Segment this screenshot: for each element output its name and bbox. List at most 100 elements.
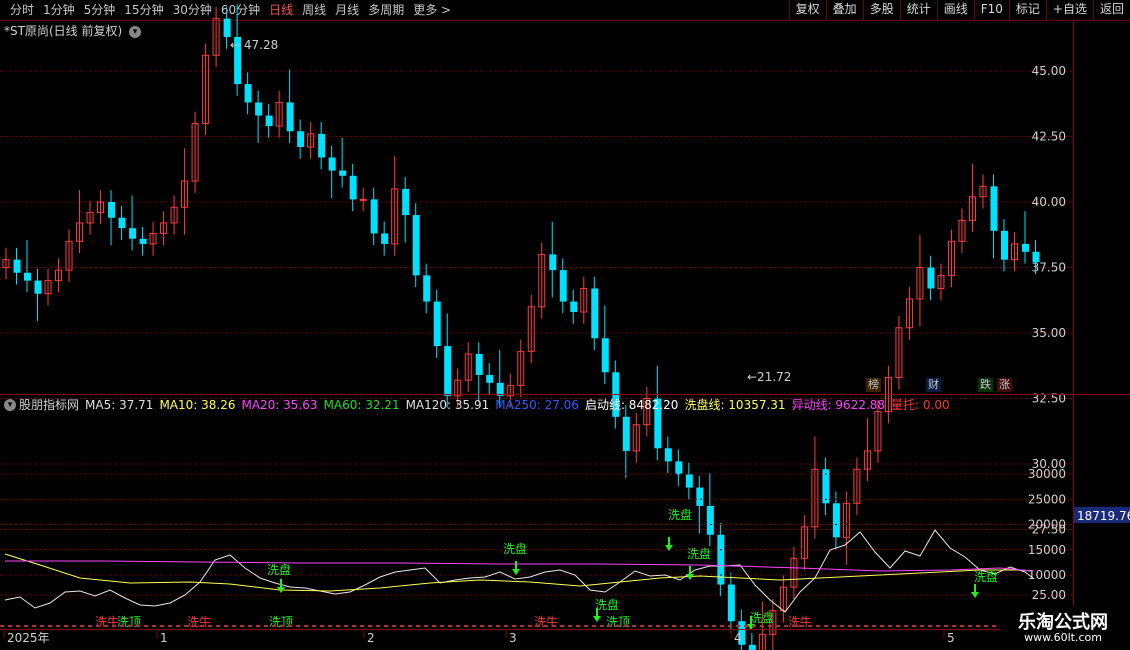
indicator-tick-label: 15000 <box>1028 543 1066 557</box>
candle-body-down <box>444 346 452 396</box>
bottom-annotation: 洗牛 <box>187 614 211 629</box>
indicator-tick-label: 10000 <box>1028 568 1066 582</box>
price-tick-label: 35.00 <box>1032 326 1066 340</box>
candle-body-down <box>706 505 714 535</box>
candle-body-down <box>549 254 557 271</box>
xipan-annotation: 洗盘 <box>668 507 692 522</box>
candle-body-down <box>34 280 42 294</box>
date-tick-label: 2025年 <box>7 631 50 645</box>
candle-body-down <box>118 217 126 229</box>
high-price-label: ⇠ 47.28 <box>230 38 278 52</box>
ind-liangtuo: 量托: 0.00 <box>891 398 950 412</box>
ind-yidong: 异动线: 9622.88 <box>791 398 886 412</box>
candle-body-down <box>1032 251 1040 263</box>
candle-body-down <box>601 338 609 373</box>
candle-body-down <box>1000 230 1008 260</box>
candle-body-down <box>24 272 32 281</box>
low-price-label: ←21.72 <box>747 370 791 384</box>
candle-body-down <box>475 353 483 375</box>
xipan-annotation: 洗盘 <box>267 562 291 577</box>
candle-body-down <box>696 487 704 506</box>
ind-ma60: MA60: 32.21 <box>323 397 400 412</box>
candle-body-down <box>1021 243 1029 252</box>
candle-body-down <box>990 186 998 231</box>
indicator-header: ▾ 股朋指标网 MA5: 37.71 MA10: 38.26 MA20: 35.… <box>4 396 956 413</box>
candle-body-down <box>727 584 735 622</box>
candle-body-down <box>318 133 326 158</box>
ind-ma5: MA5: 37.71 <box>85 397 154 412</box>
candle-body-down <box>927 267 935 289</box>
price-tick-label: 42.50 <box>1032 130 1066 144</box>
candle-body-down <box>265 115 273 127</box>
candle-body-down <box>297 131 305 147</box>
indicator-name[interactable]: 股朋指标网 <box>19 396 79 413</box>
candle-body-down <box>570 301 578 313</box>
tag-bang[interactable]: 榜 <box>866 378 881 392</box>
ind-ma10: MA10: 38.26 <box>159 397 236 412</box>
candle-body-down <box>13 259 21 273</box>
watermark-url: www.60lt.com <box>1024 631 1102 644</box>
ind-xipan: 洗盘线: 10357.31 <box>684 398 786 412</box>
candle-body-down <box>255 102 263 116</box>
xipan-annotation: 洗盘 <box>750 610 774 625</box>
xipan-annotation: 洗盘 <box>687 546 711 561</box>
ind-ma20: MA20: 35.63 <box>241 397 318 412</box>
indicator-tick-label: 30000 <box>1028 467 1066 481</box>
xipan-annotation: 洗盘 <box>503 541 527 556</box>
candle-body-down <box>433 301 441 347</box>
date-tick-label: 4 <box>734 631 742 645</box>
candle-body-down <box>223 18 231 37</box>
xipan-arrowhead <box>593 616 601 622</box>
candle-body-down <box>559 270 567 302</box>
xipan-arrowhead <box>971 592 979 598</box>
candle-body-down <box>412 215 420 276</box>
axis-divider <box>1073 20 1074 630</box>
candle-body-down <box>349 175 357 200</box>
xipan-line <box>4 553 1034 592</box>
date-tick-label: 2 <box>367 631 375 645</box>
ind-ma250: MA250: 27.06 <box>495 397 579 412</box>
candle-body-up <box>359 198 367 201</box>
ind-qidong: 启动线: 8482.20 <box>584 398 679 412</box>
indicator-tick-label: 25000 <box>1028 492 1066 506</box>
candle-body-down <box>244 84 252 103</box>
ind-ma120: MA120: 35.91 <box>405 397 490 412</box>
candle-body-down <box>622 416 630 451</box>
candle-body-down <box>129 228 137 239</box>
indicator-menu-icon[interactable]: ▾ <box>4 398 16 411</box>
candlestick-chart[interactable]: 45.0042.5040.0037.5035.0032.5030.0027.50… <box>0 0 1130 650</box>
candle-body-down <box>286 102 294 132</box>
date-axis-separator <box>0 629 1130 630</box>
candle-body-down <box>139 238 147 244</box>
candle-body-down <box>381 233 389 244</box>
candle-body-down <box>664 448 672 462</box>
xipan-annotation: 洗盘 <box>595 597 619 612</box>
date-tick-label: 3 <box>509 631 517 645</box>
candle-body-down <box>832 503 840 538</box>
xipan-annotation: 洗盘 <box>974 569 998 584</box>
candle-body-down <box>108 202 116 218</box>
tag-zhang[interactable]: 涨 <box>997 378 1012 392</box>
tag-cai[interactable]: 财 <box>926 378 941 392</box>
candle-body-down <box>685 474 693 488</box>
candle-body-down <box>748 644 756 650</box>
candle-body-down <box>591 288 599 339</box>
candle-body-down <box>675 461 683 475</box>
panel-separator <box>0 394 1130 395</box>
candle-body-down <box>339 170 347 176</box>
date-tick-label: 1 <box>160 631 168 645</box>
price-tick-label: 40.00 <box>1032 195 1066 209</box>
candle-body-down <box>328 157 336 171</box>
candle-body-down <box>423 275 431 302</box>
xipan-arrowhead <box>512 569 520 575</box>
date-tick-label: 5 <box>947 631 955 645</box>
tag-die[interactable]: 跌 <box>978 378 993 392</box>
indicator-tick-label: 20000 <box>1028 518 1066 532</box>
price-tick-label: 25.00 <box>1032 588 1066 602</box>
current-value-label: 18719.76 <box>1077 509 1130 523</box>
candle-body-down <box>370 199 378 234</box>
candle-body-down <box>402 188 410 216</box>
price-tick-label: 45.00 <box>1032 64 1066 78</box>
price-tick-label: 37.50 <box>1032 261 1066 275</box>
candle-body-down <box>486 374 494 383</box>
